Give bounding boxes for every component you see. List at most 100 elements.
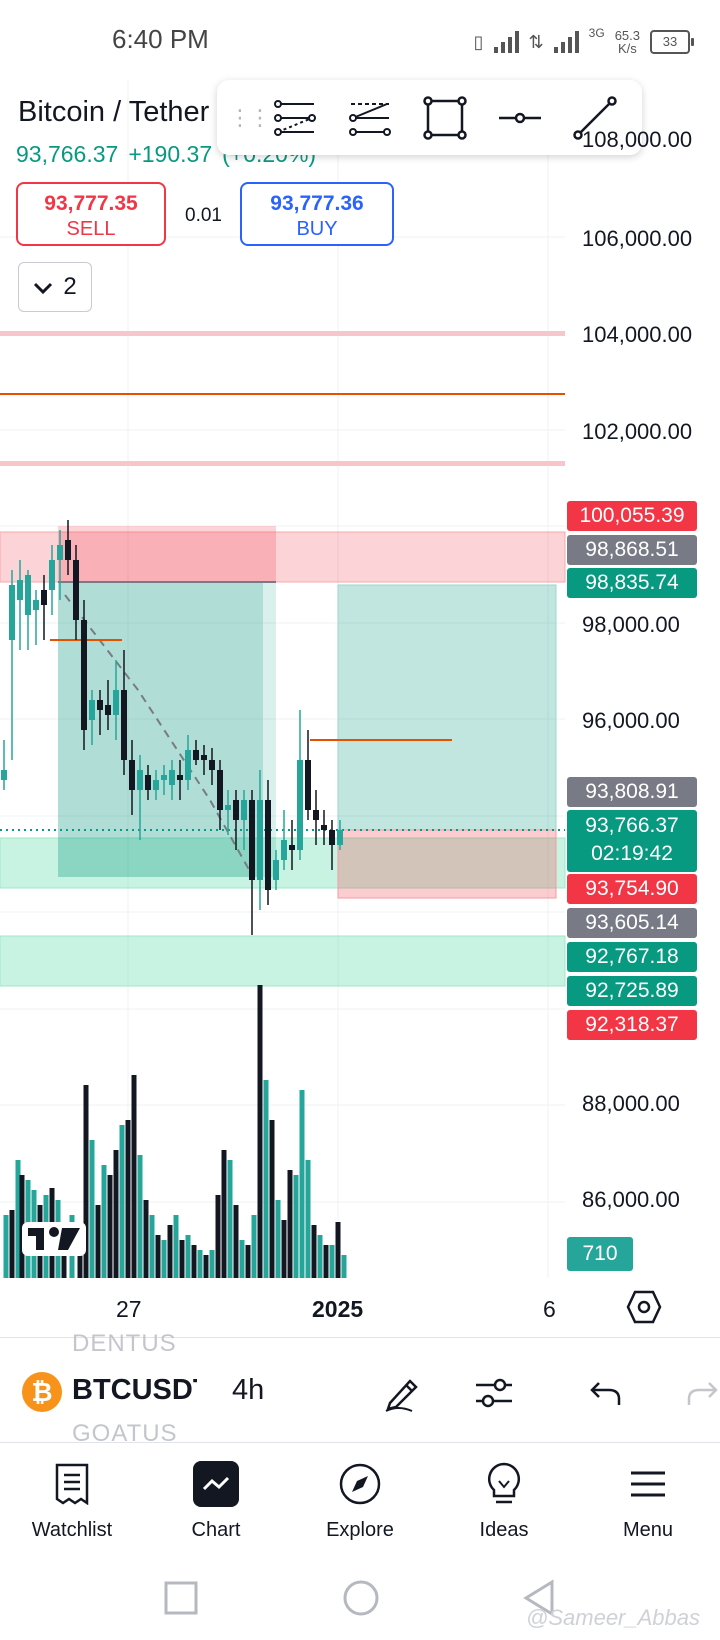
candle-body — [73, 560, 79, 620]
horizontal-ray-tool-icon[interactable] — [482, 88, 557, 148]
price-tag: 92,318.37 — [567, 1010, 697, 1040]
candle-body — [225, 805, 231, 810]
interval-selector[interactable]: 4h — [232, 1374, 264, 1407]
nav-watchlist[interactable]: Watchlist — [0, 1443, 144, 1563]
candle-body — [241, 800, 247, 820]
indicator-collapse-button[interactable]: 2 — [18, 262, 92, 312]
last-price-tag: 93,766.37 02:19:42 — [567, 810, 697, 872]
candle-body — [41, 590, 47, 605]
nav-label: Chart — [191, 1519, 241, 1541]
indicators-sliders-icon[interactable] — [470, 1369, 518, 1417]
volume-bar — [275, 1200, 281, 1278]
sell-button[interactable]: 93,777.35 SELL — [16, 182, 166, 246]
short-position-stop — [58, 526, 276, 582]
parallel-channel-tool-icon[interactable] — [332, 88, 407, 148]
candle-body — [209, 760, 215, 770]
candle-body — [33, 600, 39, 610]
rectangle-tool-icon[interactable] — [407, 88, 482, 148]
volume-bar — [173, 1215, 179, 1278]
redo-icon[interactable] — [678, 1369, 720, 1417]
drawing-pen-icon[interactable] — [378, 1369, 426, 1417]
price-axis-label: 108,000.00 — [582, 127, 693, 152]
watermark: @Sameer_Abbas — [526, 1605, 700, 1630]
chart-icon — [193, 1461, 239, 1507]
candle-body — [129, 760, 135, 790]
bottom-navigation: Watchlist Chart Explore Ideas Menu — [0, 1443, 720, 1563]
candle-body — [161, 775, 167, 780]
candle-body — [105, 705, 111, 715]
tradingview-logo-icon — [22, 1222, 86, 1256]
volume-bar — [299, 1090, 305, 1278]
volume-bar — [113, 1150, 119, 1278]
fib-retracement-tool-icon[interactable] — [257, 88, 332, 148]
candle-body — [121, 690, 127, 760]
volume-bar — [95, 1205, 101, 1278]
nav-explore[interactable]: Explore — [288, 1443, 432, 1563]
candle-body — [281, 840, 287, 860]
candle-body — [217, 770, 223, 810]
volume-bar — [329, 1245, 335, 1278]
volume-bar — [107, 1175, 113, 1278]
volume-bar — [305, 1160, 311, 1278]
buy-button[interactable]: 93,777.36 BUY — [240, 182, 394, 246]
volume-bar — [263, 1080, 269, 1278]
volume-bar — [161, 1240, 167, 1278]
nav-ideas[interactable]: Ideas — [432, 1443, 576, 1563]
volume-bar — [269, 1120, 275, 1278]
volume-bar — [143, 1200, 149, 1278]
symbol-selector[interactable]: BTCUSDT — [72, 1374, 197, 1407]
price-change: +190.37 — [128, 141, 213, 167]
undo-icon[interactable] — [582, 1369, 630, 1417]
candle-body — [97, 700, 103, 710]
candle-body — [25, 575, 31, 615]
home-icon[interactable] — [342, 1579, 380, 1622]
data-transfer-icon: ⇅ — [528, 31, 544, 52]
buy-price: 93,777.36 — [270, 192, 364, 215]
demand-zone-lower — [0, 935, 566, 987]
symbol-title[interactable]: Bitcoin / Tether — [18, 96, 209, 129]
nav-menu[interactable]: Menu — [576, 1443, 720, 1563]
drag-handle-icon[interactable]: ⋮⋮ — [229, 105, 271, 131]
battery-icon: 33 — [650, 30, 694, 54]
candle-body — [321, 825, 327, 830]
candle-body — [249, 800, 255, 880]
nav-chart[interactable]: Chart — [144, 1443, 288, 1563]
volume-bar — [209, 1250, 215, 1278]
nav-label: Explore — [326, 1519, 394, 1541]
price-tag: 93,808.91 — [567, 777, 697, 807]
candle-body — [169, 770, 175, 785]
buy-label: BUY — [296, 218, 338, 240]
resistance-line-104k — [0, 331, 565, 336]
sell-price: 93,777.35 — [44, 192, 138, 215]
volume-bar — [9, 1210, 15, 1278]
drawing-toolbar: ⋮⋮ — [217, 80, 642, 155]
candle-body — [89, 700, 95, 720]
volume-bar — [221, 1150, 227, 1278]
status-time: 6:40 PM — [112, 24, 209, 54]
candle-body — [233, 800, 239, 820]
volume-bar — [149, 1215, 155, 1278]
net-speed: 65.3 K/s — [614, 28, 640, 56]
price-axis-label: 86,000.00 — [582, 1187, 680, 1212]
candle-body — [265, 800, 271, 890]
candle-body — [201, 755, 207, 760]
volume-bar — [251, 1215, 257, 1278]
candle-body — [273, 860, 279, 880]
ghost-ticker-above: DENTUS — [72, 1330, 177, 1357]
nav-label: Menu — [622, 1519, 674, 1541]
candle-body — [81, 620, 87, 730]
price-axis-label: 106,000.00 — [582, 226, 693, 251]
resistance-line-101k — [0, 461, 565, 466]
volume-bar — [137, 1155, 143, 1278]
volume-bar — [215, 1195, 221, 1278]
recent-apps-icon[interactable] — [164, 1581, 198, 1620]
chart-settings-hexagon-icon[interactable] — [626, 1290, 662, 1329]
volume-bar — [155, 1235, 161, 1278]
volume-bar — [227, 1160, 233, 1278]
time-axis-label: 2025 — [312, 1296, 364, 1322]
nav-label: Watchlist — [31, 1519, 113, 1541]
lightbulb-icon — [481, 1461, 527, 1507]
volume-bar — [191, 1245, 197, 1278]
volume-bar — [281, 1220, 287, 1278]
last-price: 93,766.37 — [16, 141, 119, 167]
